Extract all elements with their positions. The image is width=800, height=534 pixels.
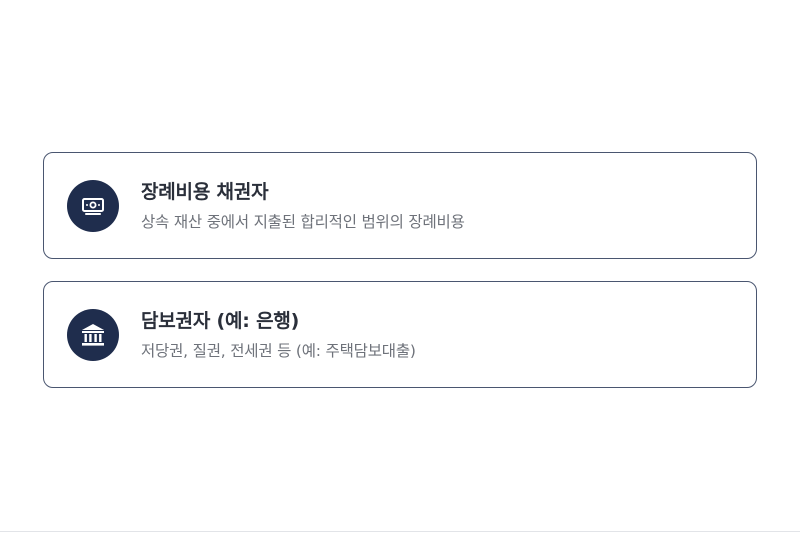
option-text: 담보권자 (예: 은행) 저당권, 질권, 전세권 등 (예: 주택담보대출) bbox=[141, 308, 416, 362]
option-description: 저당권, 질권, 전세권 등 (예: 주택담보대출) bbox=[141, 341, 416, 360]
option-title: 담보권자 (예: 은행) bbox=[141, 309, 300, 332]
option-title: 장례비용 채권자 bbox=[141, 180, 269, 203]
option-card-funeral-expense-creditor[interactable]: 장례비용 채권자 상속 재산 중에서 지출된 합리적인 범위의 장례비용 bbox=[43, 152, 757, 259]
option-text: 장례비용 채권자 상속 재산 중에서 지출된 합리적인 범위의 장례비용 bbox=[141, 179, 465, 233]
page: 장례비용 채권자 상속 재산 중에서 지출된 합리적인 범위의 장례비용 담보권… bbox=[0, 0, 800, 534]
cash-icon bbox=[67, 179, 119, 232]
bottom-divider bbox=[0, 531, 800, 532]
option-card-secured-creditor[interactable]: 담보권자 (예: 은행) 저당권, 질권, 전세권 등 (예: 주택담보대출) bbox=[43, 281, 757, 388]
option-description: 상속 재산 중에서 지출된 합리적인 범위의 장례비용 bbox=[141, 212, 465, 231]
bank-icon bbox=[67, 308, 119, 361]
